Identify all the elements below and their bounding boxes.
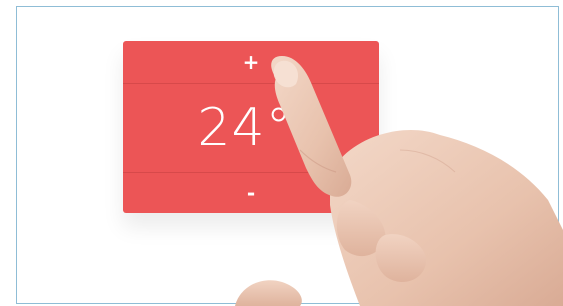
content-frame: + 24° - <box>16 6 559 304</box>
increase-temperature-button[interactable]: + <box>123 41 379 84</box>
thermostat-widget: + 24° - <box>123 41 379 213</box>
temperature-value: 24° <box>197 98 293 158</box>
plus-icon: + <box>242 50 260 74</box>
minus-icon: - <box>246 181 256 205</box>
temperature-display: 24° <box>123 85 379 171</box>
decrease-temperature-button[interactable]: - <box>123 172 379 213</box>
